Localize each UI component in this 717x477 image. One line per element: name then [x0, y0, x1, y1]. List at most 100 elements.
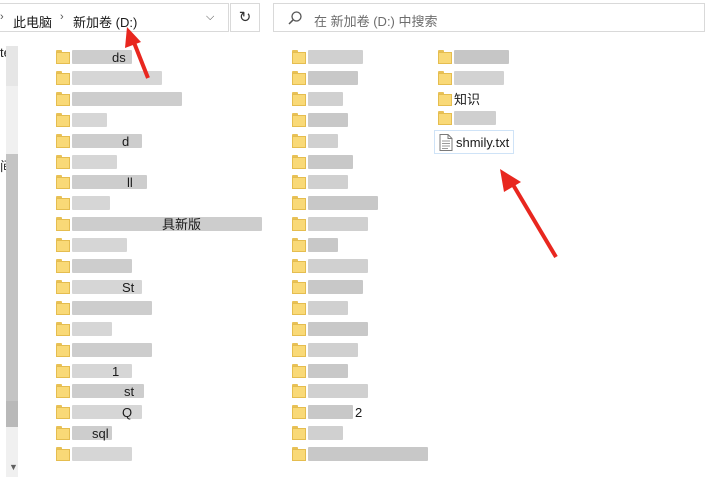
redacted-label: [308, 279, 363, 294]
list-item[interactable]: St: [56, 279, 276, 296]
folder-icon: [56, 321, 70, 336]
folder-icon: [292, 342, 306, 357]
list-item[interactable]: [56, 91, 276, 108]
folder-icon: [292, 70, 306, 85]
folder-icon: [292, 238, 306, 253]
refresh-icon: ↻: [238, 9, 252, 26]
file-list: ds d ll St 1st Qsql 具新版 2 知识 shmily.txt: [30, 36, 717, 477]
folder-icon: [56, 384, 70, 399]
list-item[interactable]: [292, 258, 512, 275]
list-item[interactable]: 知识: [438, 91, 658, 108]
folder-icon: [292, 300, 306, 315]
list-item[interactable]: [292, 154, 512, 171]
list-item[interactable]: [292, 363, 512, 380]
breadcrumb-separator-icon[interactable]: ›: [0, 11, 4, 23]
list-item[interactable]: sql: [56, 425, 276, 442]
folder-name: 2: [355, 405, 363, 421]
list-item[interactable]: [292, 279, 512, 296]
redacted-label: [308, 300, 348, 315]
search-box[interactable]: 在 新加卷 (D:) 中搜索: [273, 3, 705, 32]
folder-icon: [56, 70, 70, 85]
breadcrumb-this-pc[interactable]: 此电脑: [13, 12, 52, 31]
folder-icon: [56, 426, 70, 441]
list-item[interactable]: [292, 342, 512, 359]
list-item[interactable]: [56, 258, 276, 275]
redacted-label: [72, 91, 182, 106]
redacted-label: [308, 217, 368, 232]
list-item[interactable]: [56, 342, 276, 359]
list-item[interactable]: [438, 110, 658, 127]
list-item[interactable]: [292, 216, 512, 233]
list-item[interactable]: [292, 300, 512, 317]
list-item[interactable]: Q: [56, 404, 276, 421]
list-item[interactable]: [292, 321, 512, 338]
list-item[interactable]: [56, 446, 276, 463]
breadcrumb-drive-d[interactable]: 新加卷 (D:): [73, 12, 137, 31]
folder-name: Q: [122, 405, 133, 421]
folder-icon: [292, 259, 306, 273]
file-name: shmily.txt: [456, 135, 510, 150]
scrollbar-thumb-lower[interactable]: [6, 401, 18, 427]
nav-scrollbar[interactable]: [6, 46, 18, 477]
scrollbar-track: [6, 46, 18, 86]
address-bar[interactable]: › 此电脑 › 新加卷 (D:) ⌵: [0, 3, 229, 32]
redacted-label: [72, 154, 117, 169]
redacted-label: [454, 50, 509, 64]
folder-icon: [292, 175, 306, 190]
list-item[interactable]: [438, 70, 658, 87]
scrollbar-thumb[interactable]: [6, 154, 18, 414]
list-item[interactable]: [56, 154, 276, 171]
redacted-label: [72, 447, 132, 462]
file-item-shmily[interactable]: shmily.txt: [434, 130, 514, 154]
scroll-down-icon[interactable]: ▼: [9, 462, 18, 472]
redacted-label: [72, 196, 110, 211]
redacted-label: [454, 111, 496, 125]
list-item[interactable]: ll: [56, 174, 276, 191]
list-item[interactable]: st: [56, 383, 276, 400]
list-item[interactable]: [292, 195, 512, 212]
folder-icon: [56, 217, 70, 232]
list-item[interactable]: d: [56, 133, 276, 150]
list-item[interactable]: [56, 300, 276, 317]
list-item[interactable]: [292, 425, 512, 442]
list-item[interactable]: [292, 383, 512, 400]
search-icon: [288, 11, 302, 25]
folder-name: st: [124, 384, 135, 400]
redacted-label: [308, 259, 368, 273]
folder-name: 1: [112, 363, 120, 379]
list-item[interactable]: 2: [292, 404, 512, 421]
list-item[interactable]: [292, 237, 512, 254]
list-item[interactable]: [292, 174, 512, 191]
folder-icon: [56, 300, 70, 315]
redacted-label: [308, 196, 378, 211]
file-explorer-window: › 此电脑 › 新加卷 (D:) ⌵ ↻ 在 新加卷 (D:) 中搜索 ter …: [0, 0, 717, 477]
folder-icon: [292, 154, 306, 169]
folder-name: ll: [127, 175, 133, 191]
folder-name: sql: [92, 426, 109, 442]
redacted-label: [72, 112, 107, 127]
list-item[interactable]: [56, 112, 276, 129]
breadcrumb-separator-icon[interactable]: ›: [60, 11, 64, 23]
search-input[interactable]: 在 新加卷 (D:) 中搜索: [314, 11, 438, 30]
folder-icon: [292, 133, 306, 148]
list-item[interactable]: ds: [56, 49, 276, 66]
refresh-button[interactable]: ↻: [230, 3, 260, 32]
list-item[interactable]: [56, 195, 276, 212]
redacted-label: [308, 70, 358, 85]
redacted-label: [72, 321, 112, 336]
list-item[interactable]: [56, 237, 276, 254]
folder-icon: [438, 71, 452, 85]
redacted-label: [72, 300, 152, 315]
list-item[interactable]: [438, 49, 658, 66]
folder-icon: [438, 92, 452, 106]
list-item[interactable]: [56, 321, 276, 338]
list-item[interactable]: [56, 70, 276, 87]
folder-icon: [438, 50, 452, 64]
list-item[interactable]: [292, 446, 512, 463]
folder-icon: [56, 133, 70, 148]
redacted-label: [308, 426, 343, 441]
list-item[interactable]: 1: [56, 363, 276, 380]
folder-icon: [56, 405, 70, 420]
chevron-down-icon[interactable]: ⌵: [206, 11, 214, 24]
redacted-label: [72, 133, 142, 148]
